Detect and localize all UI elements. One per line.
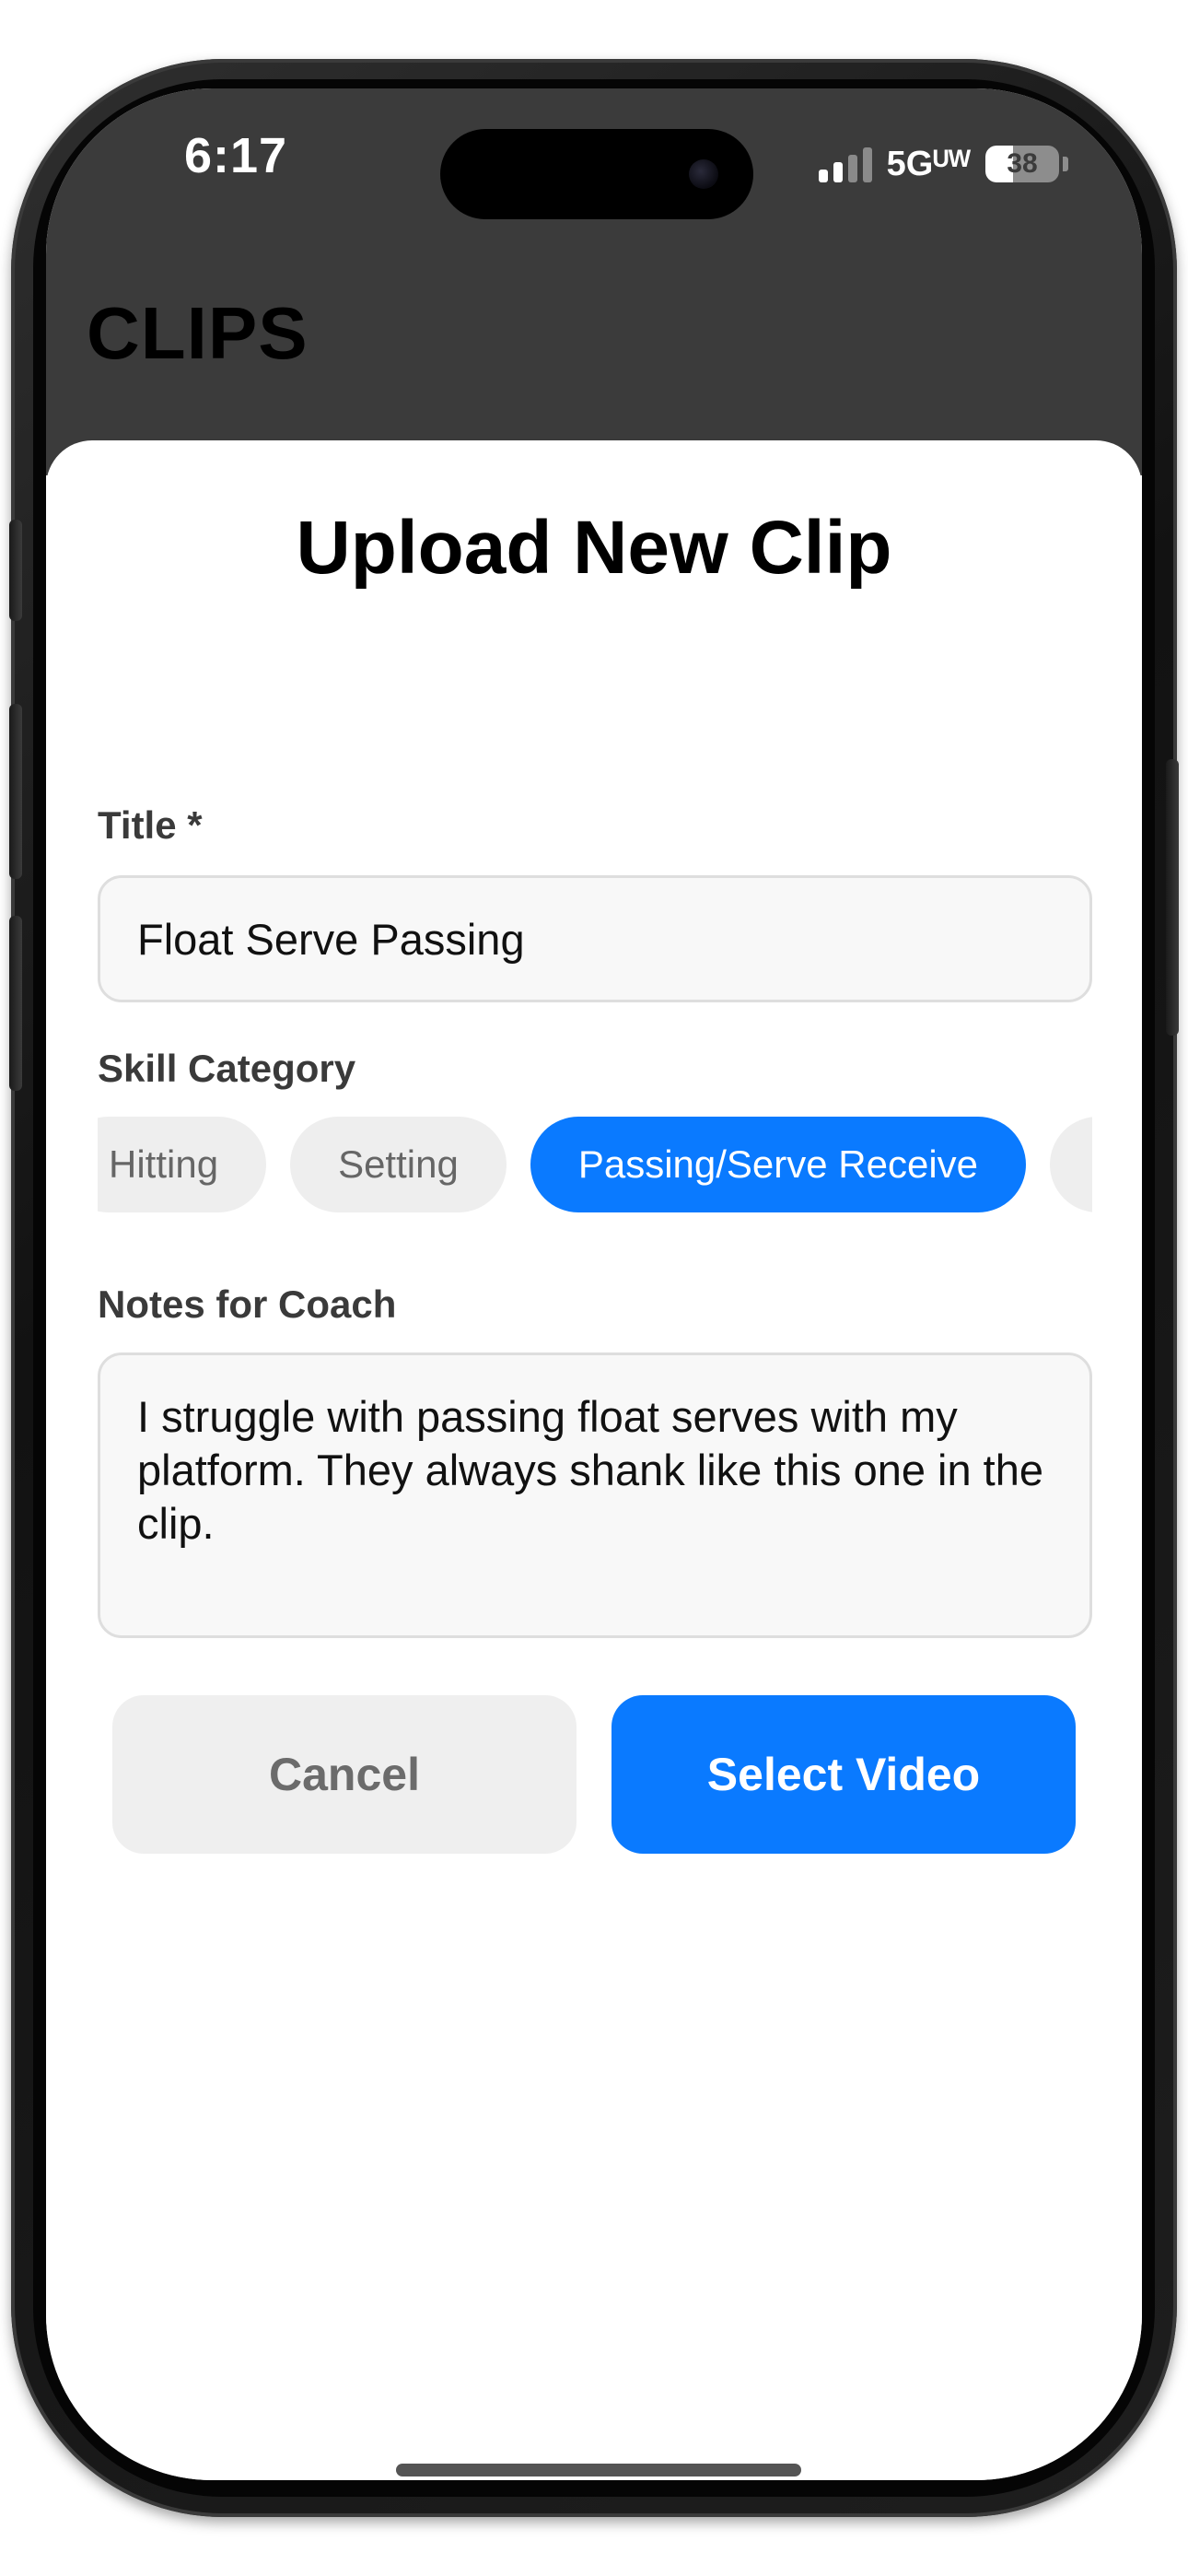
volume-down-button [9, 916, 22, 1091]
title-label: Title * [98, 803, 203, 847]
skill-category-chips[interactable]: Hitting Setting Passing/Serve Receive [98, 1117, 1092, 1212]
chip-setting[interactable]: Setting [290, 1117, 507, 1212]
volume-up-button [9, 704, 22, 879]
status-icons: 5Gᵁᵂ 38 [818, 142, 1068, 186]
status-bar: 6:17 5Gᵁᵂ 38 [46, 88, 1142, 227]
upload-sheet: Upload New Clip Title * Float Serve Pass… [46, 440, 1142, 2480]
chip-passing-serve-receive[interactable]: Passing/Serve Receive [530, 1117, 1027, 1212]
battery-level: 38 [1007, 148, 1038, 179]
app-title: CLIPS [87, 292, 309, 374]
camera-icon [689, 159, 718, 189]
select-video-button[interactable]: Select Video [611, 1695, 1076, 1854]
status-time: 6:17 [184, 128, 288, 183]
cancel-button[interactable]: Cancel [112, 1695, 577, 1854]
battery-icon: 38 [985, 146, 1059, 182]
notes-textarea[interactable]: I struggle with passing float serves wit… [98, 1352, 1092, 1638]
network-type: 5Gᵁᵂ [886, 145, 971, 183]
chips-row: Hitting Setting Passing/Serve Receive [98, 1117, 1092, 1212]
battery-tip [1063, 157, 1068, 171]
app-header: 6:17 5Gᵁᵂ 38 CLIPS [46, 88, 1142, 475]
action-button [9, 520, 22, 621]
chip-next-partial[interactable] [1050, 1117, 1092, 1212]
title-input[interactable]: Float Serve Passing [98, 875, 1092, 1002]
sheet-title: Upload New Clip [296, 506, 892, 590]
chip-hitting[interactable]: Hitting [98, 1117, 267, 1212]
cellular-signal-icon [818, 146, 872, 182]
home-indicator[interactable] [396, 2464, 801, 2476]
skill-category-label: Skill Category [98, 1047, 356, 1090]
power-button [1166, 759, 1179, 1036]
dynamic-island [440, 129, 753, 219]
phone-screen: 6:17 5Gᵁᵂ 38 CLIPS Upload New Clip Title… [46, 88, 1142, 2480]
notes-label: Notes for Coach [98, 1282, 397, 1326]
